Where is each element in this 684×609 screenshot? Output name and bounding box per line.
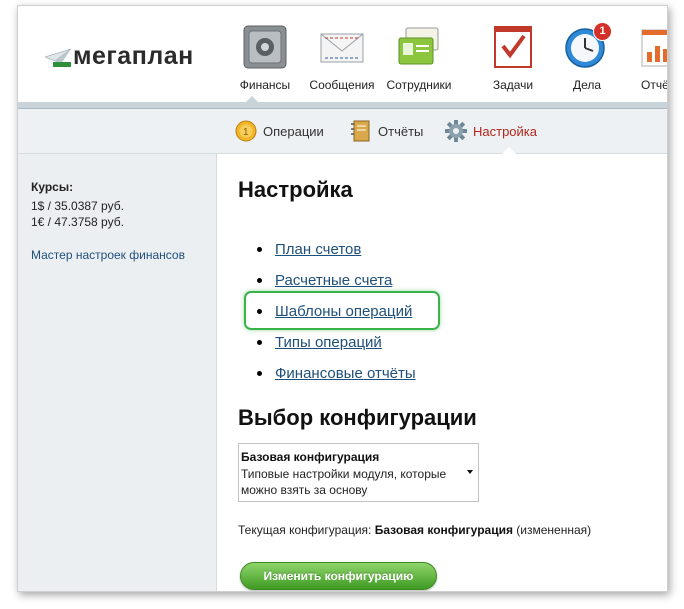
notification-badge: 1: [593, 22, 612, 41]
nav-label: Сообщения: [309, 78, 375, 92]
tab-operations[interactable]: 1 Операции: [235, 120, 324, 142]
svg-text:1: 1: [243, 127, 249, 138]
envelope-icon: [319, 24, 365, 70]
link-operation-types[interactable]: Типы операций: [275, 334, 382, 351]
current-config-note: (измененная): [516, 523, 592, 537]
change-config-button[interactable]: Изменить конфигурацию: [240, 562, 437, 590]
clock-icon: 1: [564, 22, 612, 70]
nav-item-tasks[interactable]: Задачи: [472, 18, 554, 92]
nav-item-messages[interactable]: Сообщения: [301, 18, 383, 92]
nav-label: Задачи: [492, 78, 534, 92]
rates-title: Курсы:: [31, 180, 74, 194]
list-item: Финансовые отчёты: [257, 358, 416, 389]
config-select-title: Базовая конфигурация: [241, 450, 380, 464]
current-config-label: Текущая конфигурация:: [238, 523, 372, 537]
highlight-frame: [244, 291, 440, 330]
safe-icon: [242, 24, 288, 70]
config-heading: Выбор конфигурации: [238, 405, 477, 430]
link-chart-of-accounts[interactable]: План счетов: [275, 241, 361, 258]
current-config: Текущая конфигурация: Базовая конфигурац…: [238, 523, 591, 537]
checkbox-icon: [490, 24, 536, 70]
top-bar: мегаплан Финансы Сообщения Сотрудники За…: [18, 6, 667, 103]
id-cards-icon: [396, 24, 442, 70]
list-item: План счетов: [257, 234, 416, 265]
gear-icon: [445, 120, 467, 142]
rate-eur: 1€ / 47.3758 руб.: [31, 215, 124, 229]
coin-icon: 1: [235, 120, 257, 142]
nav-item-employees[interactable]: Сотрудники: [378, 18, 460, 92]
logo[interactable]: мегаплан: [44, 41, 194, 71]
link-financial-reports[interactable]: Финансовые отчёты: [275, 365, 416, 382]
rate-usd: 1$ / 35.0387 руб.: [31, 199, 124, 213]
bullet: [257, 278, 262, 283]
notebook-icon: [350, 120, 372, 142]
config-select-description: Типовые настройки модуля, которые можно …: [241, 467, 447, 497]
active-tab-pointer: [502, 147, 516, 154]
tab-label: Настройка: [473, 123, 537, 139]
paper-plane-icon: [44, 45, 72, 67]
nav-item-reports[interactable]: Отчёты: [621, 18, 667, 92]
bullet: [257, 247, 262, 252]
settings-heading: Настройка: [238, 177, 353, 202]
sidebar: Курсы: 1$ / 35.0387 руб. 1€ / 47.3758 ру…: [18, 154, 217, 591]
tab-label: Отчёты: [378, 123, 424, 139]
config-select[interactable]: Базовая конфигурация Типовые настройки м…: [238, 443, 479, 502]
bar-chart-icon: [639, 24, 667, 70]
nav-item-finance[interactable]: Финансы: [224, 18, 306, 92]
tab-reports[interactable]: Отчёты: [350, 120, 423, 142]
nav-label: Отчёты: [641, 78, 667, 92]
nav-label: Финансы: [239, 78, 291, 92]
tab-settings[interactable]: Настройка: [445, 120, 537, 142]
nav-label: Сотрудники: [386, 78, 452, 92]
list-item: Типы операций: [257, 327, 416, 358]
link-bank-accounts[interactable]: Расчетные счета: [275, 272, 392, 289]
current-config-value: Базовая конфигурация: [374, 523, 513, 537]
bullet: [257, 340, 262, 345]
nav-label: Дела: [572, 78, 602, 92]
active-nav-pointer: [246, 96, 258, 102]
finance-wizard-link[interactable]: Мастер настроек финансов: [31, 248, 185, 262]
logo-text: мегаплан: [73, 41, 194, 70]
top-bar-divider: [18, 102, 667, 109]
sub-nav: 1 Операции Отчёты Настройка: [18, 109, 667, 154]
bullet: [257, 371, 262, 376]
dropdown-arrow-icon: [467, 470, 473, 474]
tab-label: Операции: [263, 123, 324, 139]
nav-item-deals[interactable]: 1 Дела: [546, 18, 628, 92]
app-window: мегаплан Финансы Сообщения Сотрудники За…: [17, 5, 668, 592]
main-content: Настройка План счетов Расчетные счета Ша…: [217, 154, 667, 591]
